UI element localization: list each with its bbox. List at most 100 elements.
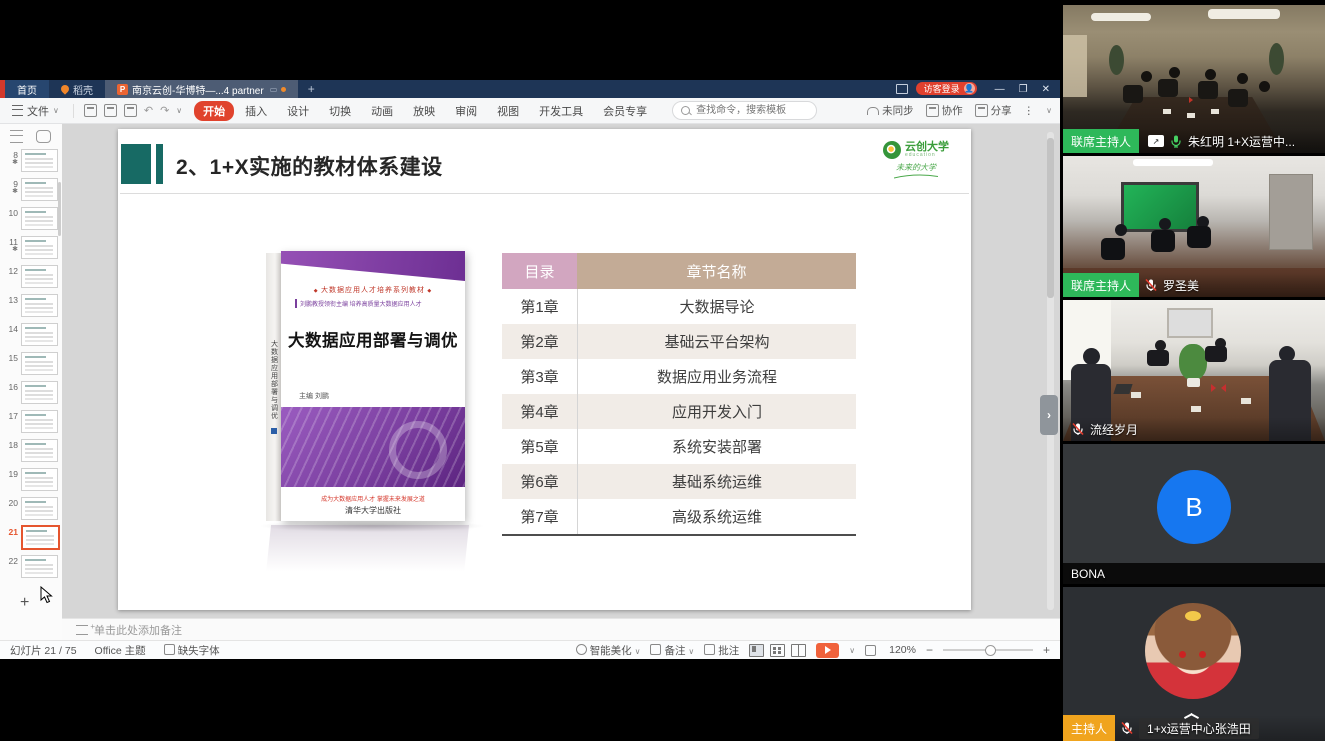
slide-thumbnail-12[interactable]: 12: [0, 264, 62, 293]
tab-docer[interactable]: 稻壳: [49, 80, 105, 98]
slide-thumbnail-20[interactable]: 20: [0, 496, 62, 525]
slide-thumbnail-16[interactable]: 16: [0, 380, 62, 409]
sync-status[interactable]: 未同步: [867, 103, 914, 118]
slide-thumbnail-11[interactable]: 11✱: [0, 235, 62, 264]
ribbon-bar: 文件 ∨ ↶ ↷ ∨ 开始插入设计切换动画放映审阅视图开发工具会员专享 未同步 …: [0, 98, 1060, 124]
thumbnail-number: 21: [0, 525, 18, 537]
minimize-button[interactable]: —: [995, 84, 1005, 95]
slide-thumbnail-13[interactable]: 13: [0, 293, 62, 322]
zoom-in-button[interactable]: +: [1043, 643, 1050, 657]
window-mode-icon[interactable]: [896, 80, 908, 98]
thumbnail-scrollbar[interactable]: [58, 182, 61, 236]
ribbon-tab[interactable]: 放映: [404, 101, 444, 121]
save-icon[interactable]: [84, 104, 97, 117]
user-avatar-icon: 👤: [964, 83, 975, 94]
zoom-out-button[interactable]: −: [926, 643, 933, 657]
unsaved-dot-icon: [281, 87, 286, 92]
ribbon-tab[interactable]: 开发工具: [530, 101, 592, 121]
file-menu[interactable]: 文件 ∨: [8, 103, 63, 119]
close-button[interactable]: ✕: [1042, 84, 1050, 95]
ribbon-tab[interactable]: 开始: [194, 101, 234, 121]
share-button[interactable]: 分享: [975, 103, 1012, 118]
slide-thumbnail-18[interactable]: 18: [0, 438, 62, 467]
ribbon-tab[interactable]: 动画: [362, 101, 402, 121]
thumbnail-view-toggle[interactable]: [36, 130, 51, 143]
slide-thumbnail-21[interactable]: 21: [0, 525, 62, 554]
thumbnail-preview[interactable]: [21, 352, 58, 375]
thumbnail-preview[interactable]: [21, 439, 58, 462]
slide-thumbnail-14[interactable]: 14: [0, 322, 62, 351]
zoom-slider-knob[interactable]: [985, 645, 996, 656]
thumbnail-preview[interactable]: [21, 178, 58, 201]
ribbon-tab[interactable]: 审阅: [446, 101, 486, 121]
new-tab-button[interactable]: +: [298, 80, 324, 98]
ribbon-tab[interactable]: 插入: [236, 101, 276, 121]
panel-collapse-handle[interactable]: ›: [1040, 395, 1058, 435]
undo-icon[interactable]: ↶: [144, 104, 153, 117]
zoom-slider[interactable]: [943, 649, 1033, 651]
collapse-ribbon-icon[interactable]: ∨: [1046, 106, 1052, 115]
outline-view-toggle[interactable]: [10, 130, 23, 143]
slide-thumbnail-19[interactable]: 19: [0, 467, 62, 496]
reading-view-icon[interactable]: [791, 644, 806, 657]
video-tile-3[interactable]: 流经岁月: [1063, 300, 1325, 441]
print-icon[interactable]: [104, 104, 117, 117]
thumbnail-preview[interactable]: [21, 525, 60, 550]
guest-login-button[interactable]: 访客登录 👤: [916, 82, 977, 95]
add-slide-button[interactable]: +: [20, 594, 29, 612]
thumbnail-preview[interactable]: [21, 207, 58, 230]
zoom-level[interactable]: 120%: [889, 644, 916, 656]
thumbnail-preview[interactable]: [21, 265, 58, 288]
print-preview-icon[interactable]: [124, 104, 137, 117]
notes-bar[interactable]: 单击此处添加备注: [62, 618, 1060, 640]
video-tile-1[interactable]: 联席主持人 ↗ 朱红明 1+X运营中...: [1063, 5, 1325, 153]
maximize-button[interactable]: ❐: [1019, 84, 1028, 95]
slide[interactable]: 2、1+X实施的教材体系建设 云创大学 education 未来的大学: [118, 129, 971, 610]
collapse-videos-chevron[interactable]: [1183, 713, 1199, 723]
slide-thumbnail-10[interactable]: 10: [0, 206, 62, 235]
thumbnail-preview[interactable]: [21, 323, 58, 346]
thumbnail-preview[interactable]: [21, 555, 58, 578]
collaborate-button[interactable]: 协作: [926, 103, 963, 118]
video-tile-4[interactable]: B BONA: [1063, 444, 1325, 584]
thumbnail-preview[interactable]: [21, 497, 58, 520]
ribbon-tab[interactable]: 会员专享: [594, 101, 656, 121]
slide-thumbnail-8[interactable]: 8✱: [0, 148, 62, 177]
thumbnail-preview[interactable]: [21, 468, 58, 491]
thumbnail-number: 9✱: [0, 177, 18, 195]
ribbon-tab[interactable]: 视图: [488, 101, 528, 121]
thumbnail-preview[interactable]: [21, 381, 58, 404]
slide-thumbnail-17[interactable]: 17: [0, 409, 62, 438]
toc-chapter: 第5章: [502, 429, 578, 464]
thumbnail-preview[interactable]: [21, 149, 58, 172]
slide-sorter-view-icon[interactable]: [770, 644, 785, 657]
mouse-cursor: [40, 586, 53, 604]
cohost-badge: 联席主持人: [1063, 129, 1139, 153]
thumbnail-preview[interactable]: [21, 236, 58, 259]
normal-view-icon[interactable]: [749, 644, 764, 657]
video-tile-5[interactable]: 主持人 1+x运营中心张浩田: [1063, 587, 1325, 741]
tab-home[interactable]: 首页: [5, 80, 49, 98]
notes-toggle[interactable]: 备注 ∨: [650, 643, 694, 658]
command-search[interactable]: [672, 101, 817, 120]
slide-thumbnail-22[interactable]: 22: [0, 554, 62, 583]
tab-document-active[interactable]: P 南京云创-华博特—...4 partner ▭: [105, 80, 298, 98]
canvas-scrollbar-thumb[interactable]: [1047, 138, 1054, 298]
play-options-icon[interactable]: ∨: [849, 646, 855, 655]
fit-window-icon[interactable]: [865, 645, 876, 656]
beautify-button[interactable]: 智能美化 ∨: [576, 643, 641, 658]
thumbnail-preview[interactable]: [21, 294, 58, 317]
slide-thumbnail-15[interactable]: 15: [0, 351, 62, 380]
search-input[interactable]: [694, 104, 808, 117]
missing-fonts[interactable]: 缺失字体: [164, 643, 220, 658]
theme-label[interactable]: Office 主题: [95, 643, 146, 658]
slide-thumbnail-9[interactable]: 9✱: [0, 177, 62, 206]
ribbon-tab[interactable]: 设计: [278, 101, 318, 121]
slideshow-play-button[interactable]: [816, 643, 839, 658]
video-tile-2[interactable]: 联席主持人 罗圣美: [1063, 156, 1325, 297]
thumbnail-preview[interactable]: [21, 410, 58, 433]
comments-button[interactable]: 批注: [704, 643, 739, 658]
more-options-icon[interactable]: ⋮: [1024, 105, 1035, 117]
redo-icon[interactable]: ↷: [160, 104, 169, 117]
ribbon-tab[interactable]: 切换: [320, 101, 360, 121]
